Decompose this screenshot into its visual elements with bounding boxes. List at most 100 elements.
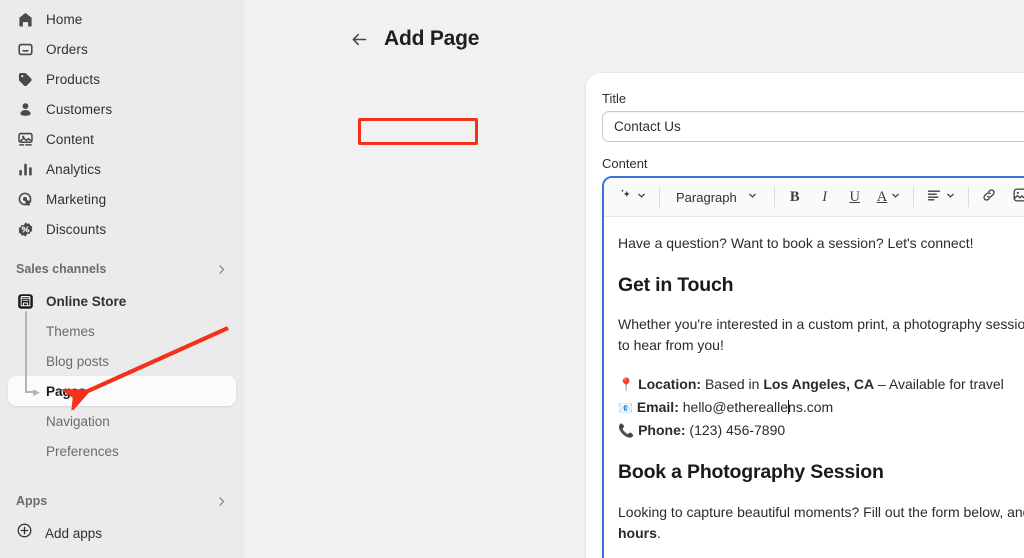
bold-icon: B bbox=[790, 189, 800, 206]
sidebar-item-pages[interactable]: Pages bbox=[8, 376, 236, 406]
email-icon: 📧 bbox=[618, 401, 633, 415]
underline-icon: U bbox=[849, 189, 859, 206]
phone-icon: 📞 bbox=[618, 423, 634, 438]
page-title: Add Page bbox=[384, 27, 479, 51]
sidebar-section-apps[interactable]: Apps bbox=[8, 486, 236, 516]
editor-content-area[interactable]: Have a question? Want to book a session?… bbox=[604, 217, 1024, 558]
title-field-row: Title bbox=[602, 91, 1024, 111]
sidebar-item-add-apps[interactable]: Add apps bbox=[8, 518, 236, 548]
contact-phone-line: 📞 Phone: (123) 456-7890 bbox=[618, 419, 1024, 442]
analytics-bars-icon bbox=[16, 160, 34, 178]
chevron-down-icon bbox=[945, 188, 956, 206]
location-pin-icon: 📍 bbox=[618, 377, 634, 392]
main-content: Add Page Title Content bbox=[244, 0, 1024, 558]
arrow-left-icon[interactable] bbox=[348, 28, 370, 50]
toolbar-divider bbox=[659, 187, 660, 207]
sidebar-item-blog-posts[interactable]: Blog posts bbox=[8, 346, 236, 376]
chevron-down-icon bbox=[747, 188, 758, 206]
discounts-badge-icon bbox=[16, 220, 34, 238]
marketing-target-icon bbox=[16, 190, 34, 208]
chevron-right-icon[interactable] bbox=[215, 263, 228, 276]
sparkle-ai-icon bbox=[618, 187, 633, 207]
sidebar-item-home[interactable]: Home bbox=[8, 4, 236, 34]
toolbar-divider bbox=[968, 187, 969, 207]
link-icon bbox=[981, 187, 997, 208]
content-intro-paragraph: Have a question? Want to book a session?… bbox=[618, 233, 1024, 254]
tree-connector-arrow-icon: ▶ bbox=[33, 388, 40, 397]
toolbar-paragraph-style-select[interactable]: Paragraph bbox=[668, 184, 766, 210]
sidebar-subitem-label: Navigation bbox=[46, 414, 110, 429]
toolbar-divider bbox=[774, 187, 775, 207]
customers-person-icon bbox=[16, 100, 34, 118]
text-color-button[interactable]: A bbox=[873, 184, 905, 210]
paragraph-style-value: Paragraph bbox=[676, 190, 737, 205]
sidebar-item-label: Content bbox=[46, 132, 94, 147]
email-value-a: hello@etherealle bbox=[679, 399, 788, 415]
sidebar-item-analytics[interactable]: Analytics bbox=[8, 154, 236, 184]
sidebar-item-customers[interactable]: Customers bbox=[8, 94, 236, 124]
sidebar-item-label: Orders bbox=[46, 42, 88, 57]
sidebar-item-label: Marketing bbox=[46, 192, 106, 207]
sidebar-subitem-label: Themes bbox=[46, 324, 95, 339]
bold-button[interactable]: B bbox=[783, 184, 807, 210]
content-field-label: Content bbox=[602, 156, 1024, 171]
online-store-label: Online Store bbox=[46, 294, 126, 309]
text-color-icon: A bbox=[877, 189, 887, 206]
location-city: Los Angeles, CA bbox=[763, 376, 874, 392]
sidebar: Home Orders Products Customers Content bbox=[0, 0, 244, 558]
italic-button[interactable]: I bbox=[813, 184, 837, 210]
chevron-right-icon[interactable] bbox=[215, 495, 228, 508]
home-icon bbox=[16, 10, 34, 28]
phone-value: (123) 456-7890 bbox=[686, 422, 786, 438]
sidebar-item-online-store[interactable]: Online Store bbox=[8, 286, 236, 316]
orders-icon bbox=[16, 40, 34, 58]
contact-email-line: 📧 Email: hello@ethereallens.com bbox=[618, 396, 1024, 419]
sidebar-item-themes[interactable]: Themes bbox=[8, 316, 236, 346]
sales-channels-label: Sales channels bbox=[16, 262, 106, 276]
para1-part-a: Whether you're interested in a custom pr… bbox=[618, 316, 1024, 332]
sidebar-item-label: Discounts bbox=[46, 222, 106, 237]
sidebar-item-preferences[interactable]: Preferences bbox=[8, 436, 236, 466]
toolbar-ai-button[interactable] bbox=[614, 184, 651, 210]
apps-label: Apps bbox=[16, 494, 47, 508]
sidebar-item-marketing[interactable]: Marketing bbox=[8, 184, 236, 214]
sidebar-item-navigation[interactable]: Navigation bbox=[8, 406, 236, 436]
underline-button[interactable]: U bbox=[843, 184, 867, 210]
tree-connector-line bbox=[25, 311, 27, 393]
insert-link-button[interactable] bbox=[977, 184, 1001, 210]
location-prefix: Based in bbox=[701, 376, 763, 392]
add-apps-label: Add apps bbox=[45, 526, 102, 541]
toolbar-divider bbox=[913, 187, 914, 207]
content-heading-get-in-touch: Get in Touch bbox=[618, 271, 1024, 300]
sidebar-item-label: Products bbox=[46, 72, 100, 87]
location-suffix: – Available for travel bbox=[874, 376, 1004, 392]
sidebar-item-orders[interactable]: Orders bbox=[8, 34, 236, 64]
title-input[interactable] bbox=[602, 111, 1024, 142]
sidebar-item-products[interactable]: Products bbox=[8, 64, 236, 94]
editor-toolbar: Paragraph B I U bbox=[604, 178, 1024, 217]
insert-image-button[interactable] bbox=[1008, 184, 1024, 210]
page-root: Home Orders Products Customers Content bbox=[0, 0, 1024, 558]
sidebar-section-sales-channels[interactable]: Sales channels bbox=[8, 254, 236, 284]
sidebar-subitem-label: Preferences bbox=[46, 444, 119, 459]
sidebar-item-label: Home bbox=[46, 12, 82, 27]
contact-details-block: 📍 Location: Based in Los Angeles, CA – A… bbox=[618, 373, 1024, 441]
title-field-label: Title bbox=[602, 91, 626, 106]
align-button[interactable] bbox=[922, 184, 960, 210]
content-paragraph-1: Whether you're interested in a custom pr… bbox=[618, 314, 1024, 356]
email-label: Email: bbox=[637, 399, 679, 415]
content-rich-text-editor[interactable]: Paragraph B I U bbox=[602, 176, 1024, 558]
sidebar-subitem-label: Pages bbox=[46, 384, 86, 399]
storefront-icon bbox=[16, 292, 34, 310]
image-icon bbox=[1012, 187, 1024, 208]
phone-label: Phone: bbox=[638, 422, 685, 438]
email-value-b: ns.com bbox=[788, 399, 833, 415]
sidebar-item-label: Customers bbox=[46, 102, 112, 117]
sidebar-item-discounts[interactable]: Discounts bbox=[8, 214, 236, 244]
sidebar-item-content[interactable]: Content bbox=[8, 124, 236, 154]
page-header: Add Page bbox=[244, 0, 1024, 62]
page-form-card: Title Content bbox=[586, 73, 1024, 558]
sidebar-item-label: Analytics bbox=[46, 162, 101, 177]
italic-icon: I bbox=[822, 189, 827, 206]
products-tag-icon bbox=[16, 70, 34, 88]
